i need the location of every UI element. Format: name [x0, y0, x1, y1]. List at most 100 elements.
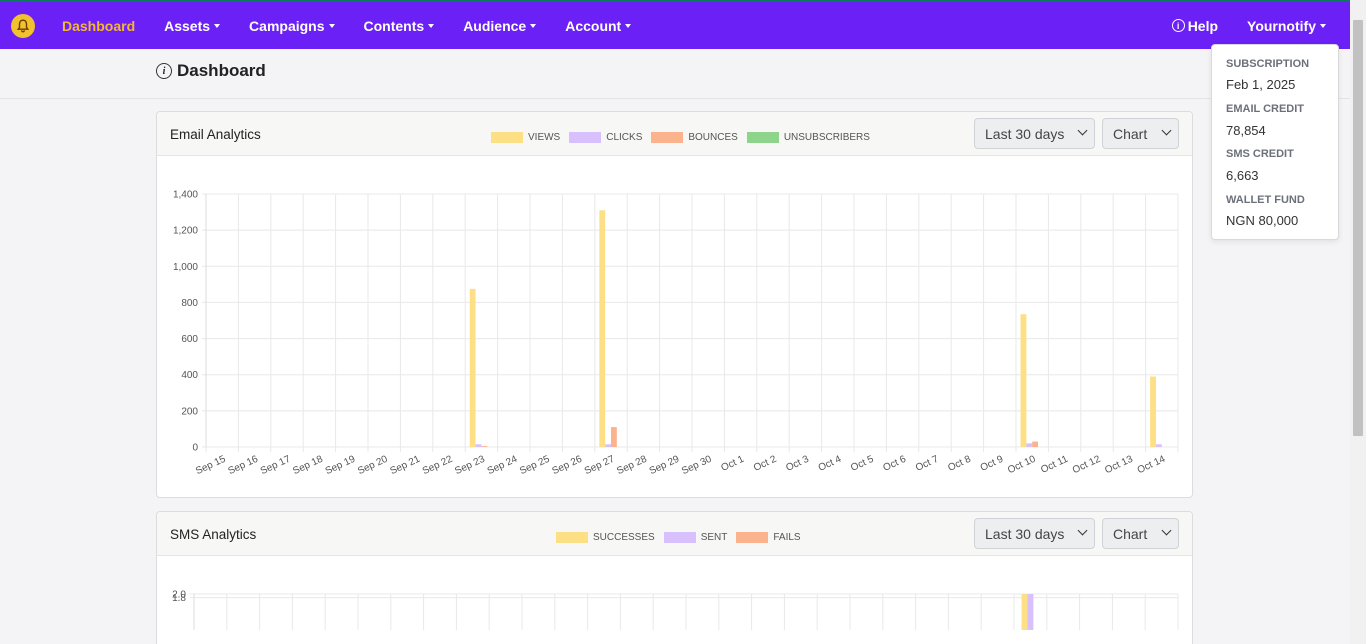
bar-sent[interactable] [1027, 594, 1034, 630]
legend-item[interactable]: UNSUBSCRIBERS [746, 132, 870, 143]
x-tick-label: Sep 29 [648, 454, 682, 478]
email-chart-legend: VIEWS CLICKS BOUNCES UNSUBSCRIBERS [491, 132, 879, 143]
nav-item-contents[interactable]: Contents [364, 18, 435, 34]
bar-views[interactable] [469, 288, 476, 447]
caret-down-icon [428, 23, 435, 28]
sms-range-select-value: Last 30 days [985, 525, 1065, 542]
x-tick-label: Oct 2 [752, 454, 779, 474]
x-tick-label: Sep 21 [388, 454, 422, 478]
sms-credit-label: SMS CREDIT [1226, 148, 1294, 160]
legend-item[interactable]: FAILS [736, 532, 801, 543]
x-tick-label: Sep 25 [518, 454, 552, 478]
info-icon: i [156, 63, 172, 79]
nav-item-account[interactable]: Account [565, 17, 632, 34]
y-tick-label: 400 [181, 370, 198, 381]
x-tick-label: Sep 16 [226, 454, 260, 478]
nav-item-dashboard[interactable]: Dashboard [62, 18, 135, 34]
sms-range-select[interactable]: Last 30 days [974, 518, 1095, 549]
legend-label: VIEWS [528, 132, 561, 143]
caret-down-icon [214, 23, 221, 28]
nav-item-label: Audience [463, 17, 527, 34]
sms-card-title: SMS Analytics [170, 527, 257, 542]
top-navbar: Dashboard Assets Campaigns Contents Audience… [0, 0, 1350, 49]
legend-item[interactable]: VIEWS [491, 132, 560, 143]
email-card-title: Email Analytics [170, 127, 261, 142]
y-tick-label: 600 [181, 334, 198, 345]
help-label: Help [1187, 17, 1219, 34]
legend-swatch [569, 132, 602, 143]
bar-clicks[interactable] [605, 444, 611, 447]
nav-item-label: Contents [363, 17, 425, 34]
legend-item[interactable]: SUCCESSES [556, 532, 655, 543]
nav-item-label: Account [565, 17, 622, 34]
bell-icon[interactable] [11, 13, 35, 38]
caret-down-icon [328, 23, 335, 28]
email-credit-value: 78,854 [1226, 123, 1266, 138]
bar-views[interactable] [1020, 314, 1027, 447]
email-range-select[interactable]: Last 30 days [974, 118, 1095, 149]
nav-item-assets[interactable]: Assets [164, 17, 221, 34]
vertical-scrollbar[interactable] [1350, 0, 1366, 644]
legend-label: SENT [700, 532, 728, 543]
chevron-down-icon [1161, 525, 1172, 536]
y-tick-label: 0 [192, 443, 198, 454]
scrollbar-thumb[interactable] [1353, 20, 1363, 436]
x-tick-label: Sep 20 [356, 454, 390, 478]
legend-item[interactable]: BOUNCES [651, 132, 738, 143]
x-tick-label: Sep 24 [486, 454, 520, 478]
sms-credit-value: 6,663 [1226, 168, 1259, 183]
bar-clicks[interactable] [475, 444, 482, 447]
bar-views[interactable] [599, 210, 606, 447]
bar-bounces[interactable] [611, 427, 617, 447]
email-analytics-card: Email Analytics Last 30 days Chart VIEWS… [156, 111, 1193, 498]
x-tick-label: Sep 30 [680, 454, 714, 478]
x-tick-label: Oct 3 [784, 454, 811, 474]
y-tick-label: 1,200 [173, 226, 198, 237]
x-tick-label: Oct 14 [1136, 454, 1168, 477]
email-analytics-chart: 0 200 400 600 800 1,000 1,200 1,400 Sep 15 Sep 16… [173, 190, 1179, 478]
caret-down-icon [530, 23, 537, 28]
nav-item-label: Dashboard [62, 17, 136, 34]
wallet-fund-label: WALLET FUND [1226, 194, 1305, 206]
y-tick-label: 2.0 [172, 590, 186, 601]
nav-item-audience[interactable]: Audience [463, 17, 537, 34]
email-range-select-value: Last 30 days [985, 125, 1065, 142]
x-tick-label: Oct 11 [1039, 454, 1070, 476]
subscription-value: Feb 1, 2025 [1226, 77, 1296, 92]
help-link[interactable]: i Help [1171, 17, 1219, 34]
bar-bounces[interactable] [1032, 441, 1039, 447]
account-dropdown-menu: SUBSCRIPTION Feb 1, 2025 EMAIL CREDIT 78… [1211, 44, 1339, 240]
x-tick-label: Sep 22 [421, 454, 455, 478]
x-tick-label: Sep 27 [583, 454, 617, 478]
nav-item-campaigns[interactable]: Campaigns [249, 18, 335, 34]
bar-clicks[interactable] [1026, 443, 1033, 447]
x-tick-label: Sep 18 [291, 454, 325, 478]
bar-bounces[interactable] [481, 446, 488, 447]
nav-item-label: Assets [164, 17, 211, 34]
caret-down-icon [625, 23, 632, 28]
x-tick-label: Oct 13 [1103, 454, 1135, 477]
sms-analytics-chart: 1.82.0 [172, 590, 1179, 630]
x-tick-label: Sep 15 [194, 454, 228, 478]
x-tick-label: Oct 5 [849, 454, 876, 474]
legend-swatch [746, 132, 779, 143]
legend-item[interactable]: SENT [663, 532, 728, 543]
sms-view-select[interactable]: Chart [1102, 518, 1179, 549]
bar-views[interactable] [1150, 376, 1156, 447]
x-tick-label: Oct 1 [720, 454, 747, 474]
bar-successes[interactable] [1021, 594, 1028, 630]
caret-down-icon [1320, 23, 1326, 28]
legend-item[interactable]: CLICKS [569, 132, 642, 143]
x-tick-label: Sep 19 [324, 454, 358, 478]
legend-swatch [736, 532, 769, 543]
legend-label: BOUNCES [688, 132, 738, 143]
email-view-select[interactable]: Chart [1102, 118, 1179, 149]
x-tick-label: Oct 7 [914, 454, 941, 474]
chevron-down-icon [1161, 125, 1172, 136]
y-tick-label: 1,400 [173, 190, 198, 201]
page-header: i Dashboard [0, 49, 1350, 99]
sms-analytics-card: SMS Analytics Last 30 days Chart SUCCESS… [156, 511, 1193, 644]
bar-clicks[interactable] [1155, 444, 1162, 447]
user-menu[interactable]: Yournotify [1247, 18, 1326, 34]
y-tick-label: 800 [181, 298, 198, 309]
